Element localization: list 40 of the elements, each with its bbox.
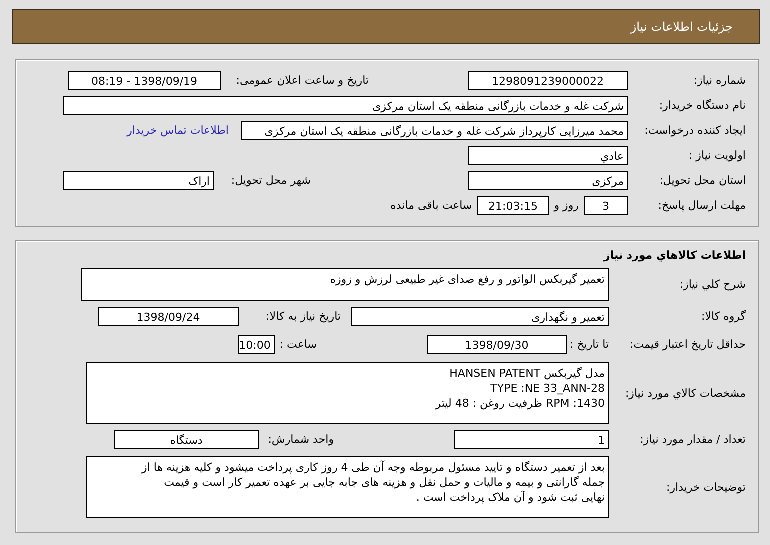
- section-title: اطلاعات کالاهاي مورد نیاز: [602, 249, 746, 262]
- buyer-org-field: شرکت غله و خدمات بازرگانی منطقه یک استان مرکزی: [63, 96, 628, 115]
- field-label: مشخصات کالاي مورد نیاز:: [624, 386, 746, 400]
- field-label: نام دستگاه خریدار:: [658, 99, 746, 112]
- days-label: روز و: [554, 199, 579, 212]
- need-date-field: 1398/09/24: [98, 307, 239, 326]
- field-label: تاریخ و ساعت اعلان عمومی:: [235, 74, 369, 87]
- time-remaining-field: 21:03:15: [477, 196, 550, 215]
- field-label: استان محل تحویل:: [658, 174, 746, 187]
- field-label: گروه کالا:: [700, 310, 746, 323]
- field-label: واحد شمارش:: [267, 433, 334, 446]
- need-number-field: 1298091239000022: [468, 71, 628, 90]
- field-label: حداقل تاریخ اعتبار قیمت:: [629, 338, 746, 351]
- days-field: 3: [584, 196, 628, 215]
- city-field: اراک: [63, 171, 214, 190]
- field-label: تعداد / مقدار مورد نیاز:: [639, 433, 746, 446]
- field-label: ایجاد کننده درخواست:: [644, 124, 746, 137]
- buyer-notes-text: بعد از تعمیر دستگاه و تایید مسئول مربوطه وجه آن طی 4 روز کاری پرداخت میشود و کلیه هزینه ها از جمله گارانتی و بیمه و مالیات و حمل نقل و هزینه های جابه جایی بر عهده تعمیر کار است و قیمت نهایی ثبت شود و آن ملاک پرداخت است .: [86, 456, 609, 518]
- validity-date-field: 1398/09/30: [427, 335, 567, 354]
- header-title: جزئیات اطلاعات نیاز: [630, 20, 733, 34]
- field-label: شرح کلي نیاز:: [678, 278, 746, 291]
- quantity-field: 1: [454, 430, 609, 449]
- field-label: شماره نیاز:: [692, 74, 746, 87]
- priority-field: عادي: [468, 146, 628, 165]
- contact-link[interactable]: اطلاعات تماس خریدار: [127, 124, 229, 137]
- summary-field: تعمیر گیربکس الواتور و رفع صدای غیر طبیعی لرزش و زوزه: [81, 268, 609, 301]
- time-remaining-label: ساعت باقی مانده: [390, 199, 472, 212]
- province-field: مرکزی: [468, 171, 628, 190]
- field-label: اولویت نیاز :: [688, 149, 746, 162]
- group-field: تعمیر و نگهداری: [351, 307, 609, 326]
- requester-field: محمد میرزایی کارپرداز شرکت غله و خدمات بازرگانی منطقه یک استان مرکزی: [241, 121, 628, 140]
- field-label: توضیحات خریدار:: [666, 480, 746, 494]
- field-label: مهلت ارسال پاسخ:: [657, 199, 746, 212]
- field-label: تاریخ نیاز به کالا:: [265, 310, 341, 323]
- field-label: شهر محل تحویل:: [230, 174, 311, 187]
- unit-field: دستگاه: [114, 430, 259, 449]
- time-label: ساعت :: [280, 338, 317, 351]
- announce-date-field: 1398/09/19 - 08:19: [68, 71, 221, 90]
- to-date-label: تا تاریخ :: [570, 338, 609, 351]
- validity-time-field: 10:00: [238, 335, 275, 354]
